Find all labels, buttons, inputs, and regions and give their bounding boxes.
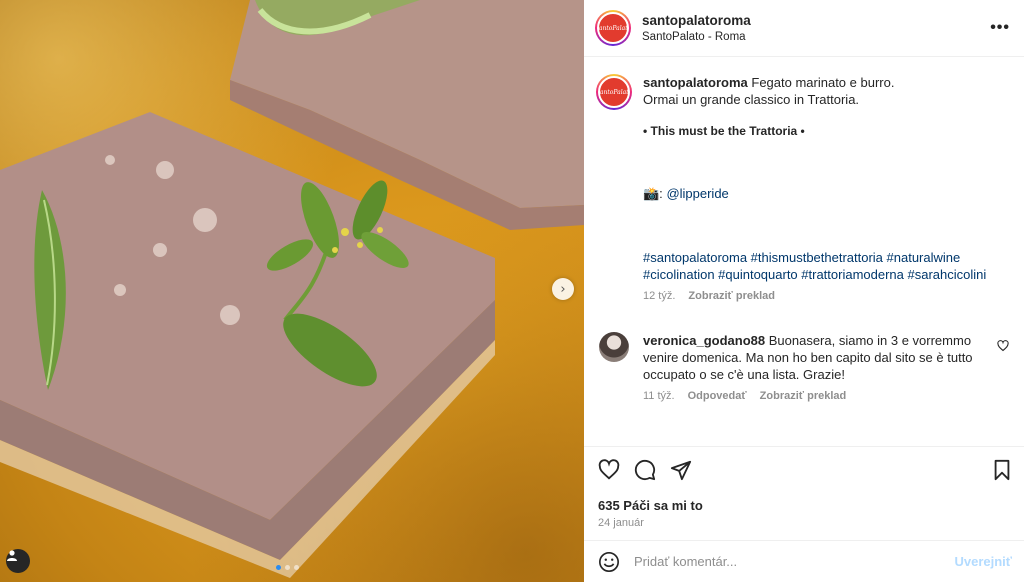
carousel-dot: [294, 565, 299, 570]
post-date: 24 január: [598, 517, 644, 529]
next-slide-button[interactable]: ›: [552, 278, 574, 300]
comment-reply-link[interactable]: Odpovedať: [688, 390, 747, 402]
profile-avatar[interactable]: SantoPalato: [595, 10, 631, 46]
caption-avatar[interactable]: SantoPalato: [596, 74, 632, 110]
caption-hashtags[interactable]: #santopalatoroma #thismustbethetrattoria…: [643, 249, 1003, 283]
bookmark-icon[interactable]: [992, 459, 1012, 481]
carousel-dot: [285, 565, 290, 570]
carousel-dot: [276, 565, 281, 570]
comment-translate-link[interactable]: Zobraziť preklad: [760, 390, 847, 402]
chevron-right-icon: ›: [560, 281, 566, 297]
emoji-smiley-icon[interactable]: [598, 551, 620, 573]
camera-emoji: 📸:: [643, 186, 663, 201]
likes-count[interactable]: 635 Páči sa mi to: [598, 498, 1012, 513]
location-link[interactable]: SantoPalato - Roma: [642, 31, 988, 43]
comment-item: veronica_godano88 Buonasera, siamo in 3 …: [596, 332, 1009, 405]
commenter-username[interactable]: veronica_godano88: [643, 333, 765, 348]
caption-time: 12 týž.: [643, 290, 676, 302]
post-media[interactable]: ›: [0, 0, 584, 582]
credit-mention-link[interactable]: @lipperide: [666, 186, 728, 201]
caption-username[interactable]: santopalatoroma: [643, 75, 748, 90]
more-dots-icon[interactable]: •••: [988, 19, 1012, 37]
like-heart-icon[interactable]: [598, 459, 620, 481]
comments-section: SantoPalato santopalatoroma Fegato marin…: [584, 58, 1024, 444]
tagged-users-button[interactable]: [6, 549, 30, 573]
share-send-icon[interactable]: [670, 459, 692, 481]
comment-bubble-icon[interactable]: [634, 459, 656, 481]
caption-translate-link[interactable]: Zobraziť preklad: [688, 290, 775, 302]
food-photo: [0, 0, 584, 578]
avatar-logo: SantoPalato: [597, 12, 629, 44]
user-icon: [7, 550, 17, 561]
post-comment-button[interactable]: Uverejniť: [954, 554, 1012, 569]
comment-composer: Pridať komentár... Uverejniť: [584, 540, 1024, 582]
caption-line1: Fegato marinato e burro.: [751, 75, 895, 90]
carousel-dots: [276, 565, 299, 570]
comment-input[interactable]: Pridať komentár...: [634, 554, 954, 569]
header-username[interactable]: santopalatoroma: [642, 13, 988, 28]
post-panel: SantoPalato santopalatoroma SantoPalato …: [584, 0, 1024, 582]
post-header: SantoPalato santopalatoroma SantoPalato …: [584, 0, 1024, 57]
comment-time: 11 týž.: [643, 390, 675, 402]
caption-line2: Ormai un grande classico in Trattoria.: [643, 92, 860, 107]
commenter-avatar[interactable]: [599, 332, 629, 362]
caption-block: SantoPalato santopalatoroma Fegato marin…: [596, 74, 1009, 305]
action-bar: 635 Páči sa mi to 24 január: [584, 446, 1024, 529]
caption-bold-line: • This must be the Trattoria •: [643, 124, 805, 138]
avatar-logo: SantoPalato: [598, 76, 630, 108]
comment-like-heart-icon[interactable]: [997, 340, 1009, 352]
